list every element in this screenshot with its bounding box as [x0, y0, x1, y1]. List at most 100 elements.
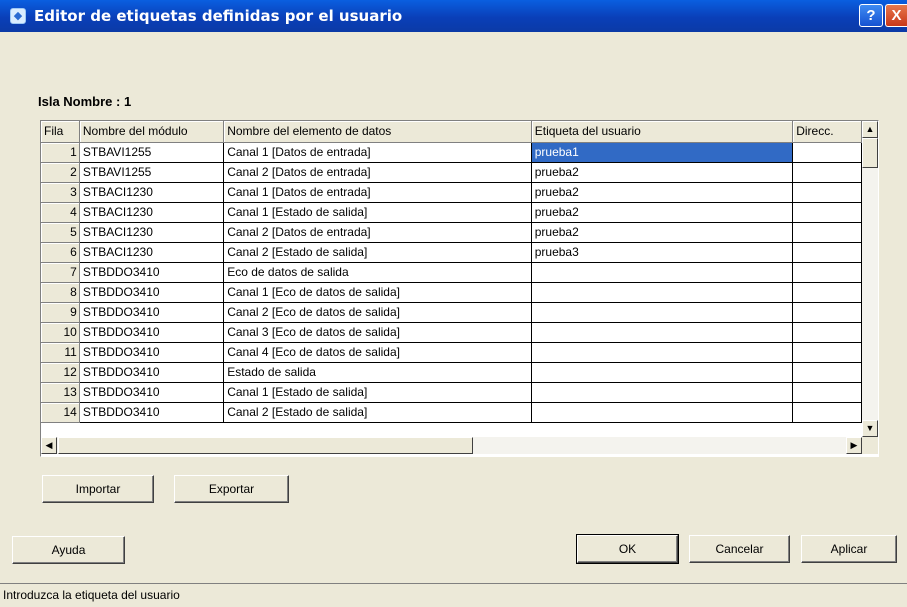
- col-header-row-number[interactable]: Fila: [41, 121, 80, 143]
- table-row[interactable]: 14 STBDDO3410 Canal 2 [Estado de salida]: [41, 402, 862, 423]
- scroll-up-icon[interactable]: ▲: [862, 121, 878, 138]
- module-name-cell[interactable]: STBDDO3410: [79, 402, 225, 423]
- user-label-cell[interactable]: [531, 322, 794, 343]
- user-label-cell[interactable]: prueba2: [531, 182, 794, 203]
- col-header-address[interactable]: Direcc.: [792, 121, 862, 143]
- module-name-cell[interactable]: STBDDO3410: [79, 382, 225, 403]
- row-number-cell[interactable]: 5: [41, 222, 80, 243]
- vertical-scrollbar[interactable]: ▲ ▼: [862, 121, 878, 437]
- table-row[interactable]: 7 STBDDO3410 Eco de datos de salida: [41, 262, 862, 283]
- module-name-cell[interactable]: STBAVI1255: [79, 162, 225, 183]
- element-name-cell[interactable]: Estado de salida: [223, 362, 532, 383]
- col-header-module-name[interactable]: Nombre del módulo: [79, 121, 225, 143]
- row-number-cell[interactable]: 11: [41, 342, 80, 363]
- element-name-cell[interactable]: Canal 1 [Estado de salida]: [223, 202, 532, 223]
- export-button[interactable]: Exportar: [174, 475, 289, 503]
- table-row[interactable]: 10 STBDDO3410 Canal 3 [Eco de datos de sal…: [41, 322, 862, 343]
- horizontal-scrollbar[interactable]: ◀ ▶: [41, 437, 862, 454]
- address-cell[interactable]: [792, 182, 862, 203]
- address-cell[interactable]: [792, 242, 862, 263]
- row-number-cell[interactable]: 1: [41, 142, 80, 163]
- ok-button[interactable]: OK: [576, 534, 679, 564]
- cancel-button[interactable]: Cancelar: [689, 535, 790, 563]
- element-name-cell[interactable]: Canal 2 [Datos de entrada]: [223, 222, 532, 243]
- address-cell[interactable]: [792, 222, 862, 243]
- col-header-user-label[interactable]: Etiqueta del usuario: [531, 121, 794, 143]
- module-name-cell[interactable]: STBDDO3410: [79, 302, 225, 323]
- table-row[interactable]: 11 STBDDO3410 Canal 4 [Eco de datos de sal…: [41, 342, 862, 363]
- module-name-cell[interactable]: STBDDO3410: [79, 282, 225, 303]
- user-label-cell[interactable]: prueba2: [531, 222, 794, 243]
- table-row[interactable]: 1 STBAVI1255 Canal 1 [Datos de entrada] pru…: [41, 142, 862, 163]
- element-name-cell[interactable]: Eco de datos de salida: [223, 262, 532, 283]
- user-label-cell[interactable]: prueba2: [531, 202, 794, 223]
- row-number-cell[interactable]: 2: [41, 162, 80, 183]
- element-name-cell[interactable]: Canal 1 [Estado de salida]: [223, 382, 532, 403]
- address-cell[interactable]: [792, 402, 862, 423]
- address-cell[interactable]: [792, 302, 862, 323]
- row-number-cell[interactable]: 3: [41, 182, 80, 203]
- address-cell[interactable]: [792, 202, 862, 223]
- row-number-cell[interactable]: 14: [41, 402, 80, 423]
- import-button[interactable]: Importar: [42, 475, 154, 503]
- address-cell[interactable]: [792, 382, 862, 403]
- element-name-cell[interactable]: Canal 2 [Estado de salida]: [223, 242, 532, 263]
- scroll-right-icon[interactable]: ▶: [846, 437, 862, 454]
- row-number-cell[interactable]: 8: [41, 282, 80, 303]
- module-name-cell[interactable]: STBAVI1255: [79, 142, 225, 163]
- table-row[interactable]: 4 STBACI1230 Canal 1 [Estado de salida] pru…: [41, 202, 862, 223]
- help-icon[interactable]: ?: [859, 4, 883, 27]
- module-name-cell[interactable]: STBACI1230: [79, 202, 225, 223]
- apply-button[interactable]: Aplicar: [801, 535, 897, 563]
- user-label-cell[interactable]: [531, 302, 794, 323]
- table-row[interactable]: 13 STBDDO3410 Canal 1 [Estado de salida]: [41, 382, 862, 403]
- row-number-cell[interactable]: 9: [41, 302, 80, 323]
- user-label-cell[interactable]: [531, 382, 794, 403]
- address-cell[interactable]: [792, 162, 862, 183]
- help-button[interactable]: Ayuda: [12, 536, 125, 564]
- user-label-cell[interactable]: prueba3: [531, 242, 794, 263]
- element-name-cell[interactable]: Canal 1 [Datos de entrada]: [223, 182, 532, 203]
- element-name-cell[interactable]: Canal 3 [Eco de datos de salida]: [223, 322, 532, 343]
- user-label-cell[interactable]: prueba1: [531, 142, 794, 163]
- table-row[interactable]: 6 STBACI1230 Canal 2 [Estado de salida] pru…: [41, 242, 862, 263]
- row-number-cell[interactable]: 13: [41, 382, 80, 403]
- module-name-cell[interactable]: STBACI1230: [79, 222, 225, 243]
- user-label-cell[interactable]: prueba2: [531, 162, 794, 183]
- address-cell[interactable]: [792, 282, 862, 303]
- address-cell[interactable]: [792, 262, 862, 283]
- label-grid[interactable]: Fila Nombre del módulo Nombre del elemen…: [40, 120, 879, 457]
- element-name-cell[interactable]: Canal 4 [Eco de datos de salida]: [223, 342, 532, 363]
- row-number-cell[interactable]: 10: [41, 322, 80, 343]
- address-cell[interactable]: [792, 142, 862, 163]
- close-icon[interactable]: X: [885, 4, 907, 27]
- scroll-left-icon[interactable]: ◀: [41, 437, 57, 454]
- address-cell[interactable]: [792, 362, 862, 383]
- table-row[interactable]: 5 STBACI1230 Canal 2 [Datos de entrada] pru…: [41, 222, 862, 243]
- row-number-cell[interactable]: 6: [41, 242, 80, 263]
- user-label-cell[interactable]: [531, 282, 794, 303]
- module-name-cell[interactable]: STBDDO3410: [79, 322, 225, 343]
- user-label-cell[interactable]: [531, 362, 794, 383]
- module-name-cell[interactable]: STBACI1230: [79, 182, 225, 203]
- scroll-down-icon[interactable]: ▼: [862, 420, 878, 437]
- module-name-cell[interactable]: STBDDO3410: [79, 262, 225, 283]
- vertical-scroll-thumb[interactable]: [862, 138, 878, 168]
- module-name-cell[interactable]: STBDDO3410: [79, 362, 225, 383]
- module-name-cell[interactable]: STBDDO3410: [79, 342, 225, 363]
- table-row[interactable]: 8 STBDDO3410 Canal 1 [Eco de datos de sali…: [41, 282, 862, 303]
- row-number-cell[interactable]: 12: [41, 362, 80, 383]
- title-bar[interactable]: ◆ Editor de etiquetas definidas por el u…: [0, 0, 907, 32]
- user-label-cell[interactable]: [531, 402, 794, 423]
- element-name-cell[interactable]: Canal 2 [Datos de entrada]: [223, 162, 532, 183]
- element-name-cell[interactable]: Canal 1 [Datos de entrada]: [223, 142, 532, 163]
- address-cell[interactable]: [792, 322, 862, 343]
- table-row[interactable]: 12 STBDDO3410 Estado de salida: [41, 362, 862, 383]
- element-name-cell[interactable]: Canal 2 [Estado de salida]: [223, 402, 532, 423]
- element-name-cell[interactable]: Canal 2 [Eco de datos de salida]: [223, 302, 532, 323]
- col-header-element-name[interactable]: Nombre del elemento de datos: [223, 121, 532, 143]
- address-cell[interactable]: [792, 342, 862, 363]
- user-label-cell[interactable]: [531, 262, 794, 283]
- row-number-cell[interactable]: 7: [41, 262, 80, 283]
- module-name-cell[interactable]: STBACI1230: [79, 242, 225, 263]
